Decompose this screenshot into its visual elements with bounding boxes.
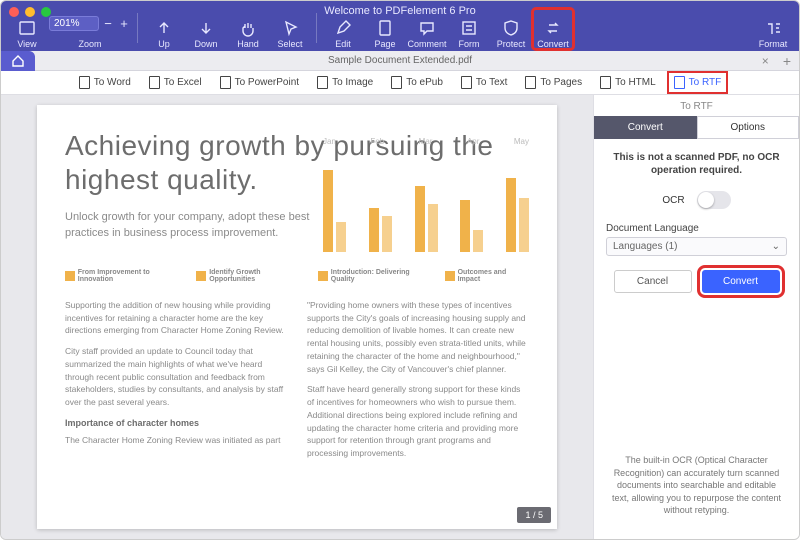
to-word-button[interactable]: To Word	[75, 74, 135, 91]
main-area: Achieving growth by pursuing the highest…	[1, 95, 799, 539]
badge-icon	[65, 271, 75, 281]
to-pages-button[interactable]: To Pages	[521, 74, 586, 91]
bar-pair	[323, 170, 346, 252]
arrow-down-icon	[197, 19, 215, 37]
doc-icon	[317, 76, 328, 89]
panel-footer-text: The built-in OCR (Optical Character Reco…	[606, 444, 787, 527]
bar-series-a	[460, 200, 470, 252]
doc-icon	[674, 76, 685, 89]
to-text-button[interactable]: To Text	[457, 74, 512, 91]
to-rtf-button[interactable]: To RTF	[670, 74, 726, 91]
zoom-in-button[interactable]: +	[117, 16, 131, 31]
tab-convert[interactable]: Convert	[594, 116, 697, 139]
panel-tabs: Convert Options	[594, 116, 799, 139]
badge-item: Identify Growth Opportunities	[196, 269, 306, 283]
zoom-label: Zoom	[78, 39, 101, 49]
section-badges: From Improvement to Innovation Identify …	[65, 269, 529, 283]
document-title: Sample Document Extended.pdf	[1, 55, 799, 66]
bar-pair	[369, 208, 392, 252]
to-image-button[interactable]: To Image	[313, 74, 377, 91]
language-label: Document Language	[606, 223, 787, 234]
bar-series-b	[336, 222, 346, 252]
doc-icon	[391, 76, 402, 89]
convert-panel: To RTF Convert Options This is not a sca…	[593, 95, 799, 539]
comment-icon	[418, 19, 436, 37]
doc-icon	[525, 76, 536, 89]
zoom-out-button[interactable]: −	[101, 16, 115, 31]
page-viewport[interactable]: Achieving growth by pursuing the highest…	[1, 95, 593, 539]
bar-series-b	[428, 204, 438, 252]
badge-item: Introduction: Delivering Quality	[318, 269, 433, 283]
panel-message: This is not a scanned PDF, no OCR operat…	[606, 151, 787, 177]
tab-options[interactable]: Options	[697, 116, 800, 139]
doc-icon	[461, 76, 472, 89]
bar-pair	[415, 186, 438, 252]
page-lead: Unlock growth for your company, adopt th…	[65, 210, 325, 241]
to-epub-button[interactable]: To ePub	[387, 74, 447, 91]
doc-icon	[600, 76, 611, 89]
badge-item: From Improvement to Innovation	[65, 269, 184, 283]
language-select[interactable]: Languages (1) ⌄	[606, 237, 787, 256]
ocr-label: OCR	[662, 195, 684, 206]
panel-title: To RTF	[594, 95, 799, 116]
page-number-badge: 1 / 5	[517, 507, 551, 523]
badge-icon	[196, 271, 206, 281]
to-excel-button[interactable]: To Excel	[145, 74, 206, 91]
format-icon	[764, 19, 782, 37]
window-title: Welcome to PDFelement 6 Pro	[1, 5, 799, 17]
chart-month-labels: Jan Feb Mar Apr May	[321, 137, 531, 146]
shield-icon	[502, 19, 520, 37]
titlebar: Welcome to PDFelement 6 Pro View 201% − …	[1, 1, 799, 51]
document-page: Achieving growth by pursuing the highest…	[37, 105, 557, 529]
doc-icon	[79, 76, 90, 89]
bar-pair	[460, 200, 483, 252]
doc-icon	[220, 76, 231, 89]
badge-item: Outcomes and Impact	[445, 269, 529, 283]
hand-icon	[239, 19, 257, 37]
to-powerpoint-button[interactable]: To PowerPoint	[216, 74, 303, 91]
cancel-button[interactable]: Cancel	[614, 270, 692, 293]
body-columns: Supporting the addition of new housing w…	[65, 299, 529, 468]
bar-chart: Jan Feb Mar Apr May	[321, 137, 531, 267]
page-icon	[376, 19, 394, 37]
badge-icon	[445, 271, 455, 281]
chevron-down-icon: ⌄	[772, 241, 780, 252]
ocr-toggle[interactable]	[697, 191, 731, 209]
form-icon	[460, 19, 478, 37]
bar-series-b	[519, 198, 529, 252]
edit-icon	[334, 19, 352, 37]
zoom-select[interactable]: 201%	[49, 16, 99, 31]
badge-icon	[318, 271, 328, 281]
bar-pair	[506, 178, 529, 252]
view-label: View	[17, 39, 36, 49]
bar-series-a	[506, 178, 516, 252]
body-text: Staff have heard generally strong suppor…	[307, 383, 529, 460]
bar-series-b	[382, 216, 392, 252]
convert-icon	[544, 19, 562, 37]
bar-series-b	[473, 230, 483, 252]
document-bar: Sample Document Extended.pdf × +	[1, 51, 799, 71]
doc-icon	[149, 76, 160, 89]
body-text: "Providing home owners with these types …	[307, 299, 529, 376]
cursor-icon	[281, 19, 299, 37]
to-html-button[interactable]: To HTML	[596, 74, 660, 91]
app-window: Welcome to PDFelement 6 Pro View 201% − …	[0, 0, 800, 540]
body-text: The Character Home Zoning Review was ini…	[65, 434, 287, 447]
arrow-up-icon	[155, 19, 173, 37]
bar-series-a	[415, 186, 425, 252]
convert-sub-toolbar: To Word To Excel To PowerPoint To Image …	[1, 71, 799, 95]
bar-series-a	[369, 208, 379, 252]
bar-series-a	[323, 170, 333, 252]
body-text: Supporting the addition of new housing w…	[65, 299, 287, 337]
view-icon	[18, 19, 36, 37]
body-text: City staff provided an update to Council…	[65, 345, 287, 409]
convert-action-button[interactable]: Convert	[702, 270, 780, 293]
body-subheading: Importance of character homes	[65, 417, 287, 431]
